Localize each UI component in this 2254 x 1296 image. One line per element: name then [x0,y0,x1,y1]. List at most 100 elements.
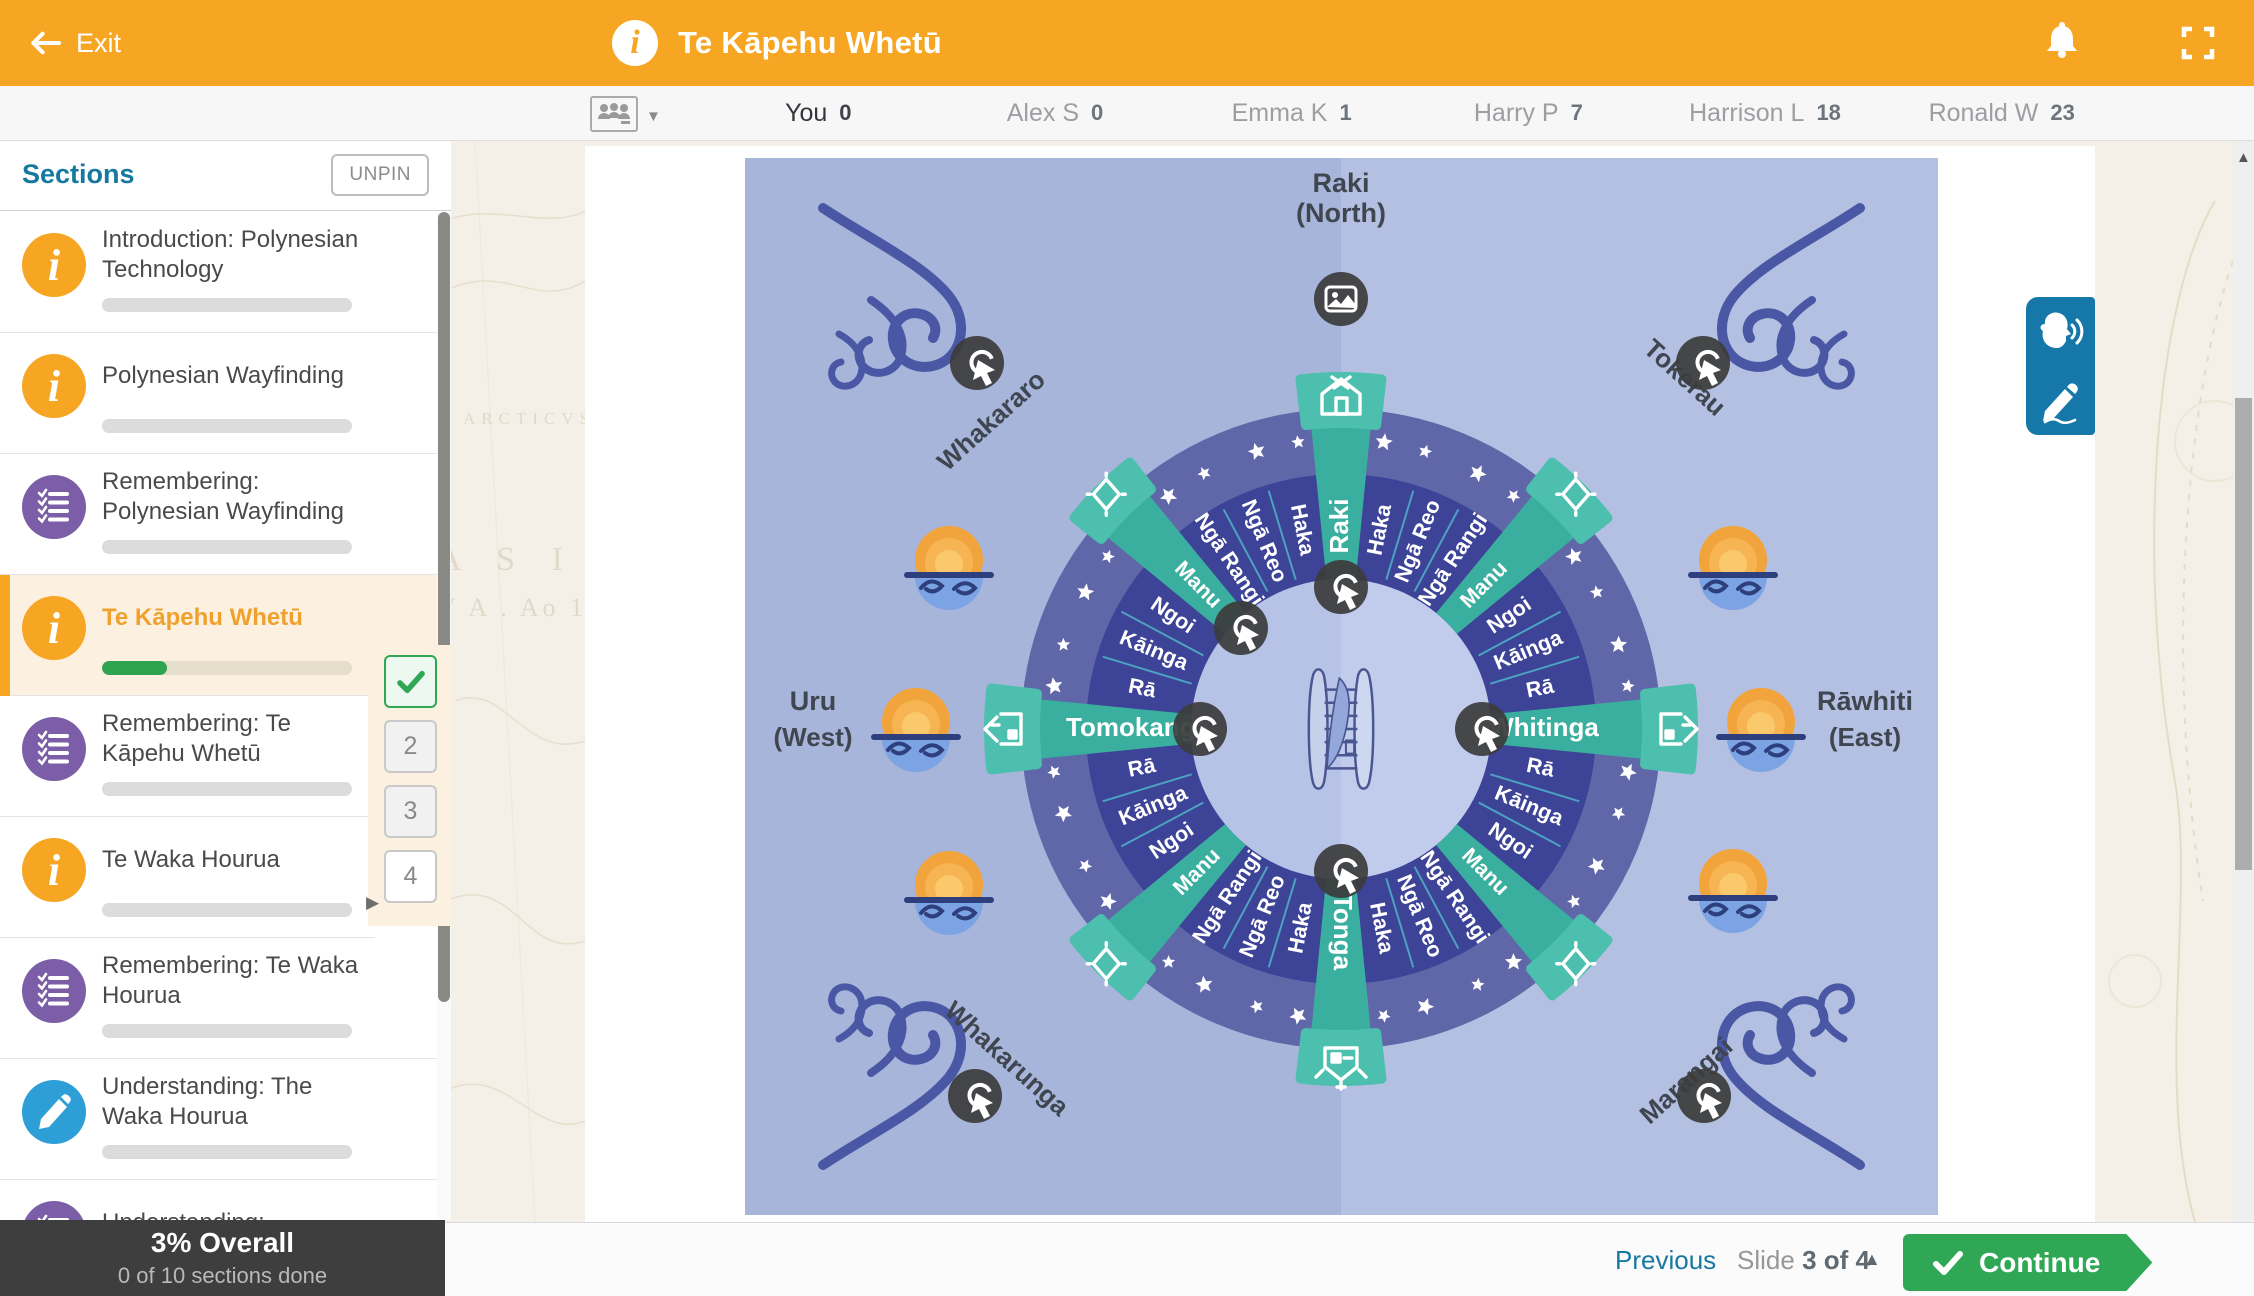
participant-name: You [785,99,827,128]
section-progressbar [102,661,352,675]
click-icon [950,336,1004,390]
bell-icon[interactable] [2042,21,2082,65]
section-progressbar [102,540,352,554]
section-progressbar [102,903,352,917]
page-button-2[interactable]: 2 [384,720,437,773]
slide-toolbar [2026,297,2095,435]
participant-name: Harry P [1474,99,1559,128]
exit-button[interactable]: Exit [28,28,248,59]
page-check-button[interactable] [384,655,437,708]
click-hotspot[interactable] [1214,601,1268,655]
participant-tab-ronald-w[interactable]: Ronald W23 [1883,86,2120,140]
slide-area: ARCTICVS A S I V E V A . Ao 1492 RakiHak… [445,141,2254,1222]
checklist-icon [35,487,73,527]
click-icon [948,1069,1002,1123]
unpin-button[interactable]: UNPIN [331,154,429,196]
section-title: Introduction: Polynesian Technology [102,224,362,286]
click-hotspot[interactable] [1455,702,1509,756]
click-hotspot[interactable] [1314,560,1368,614]
section-title: Understanding: [102,1192,362,1220]
click-icon [1214,601,1268,655]
section-item-1[interactable]: iIntroduction: Polynesian Technology [0,212,451,333]
participant-tab-you[interactable]: You0 [700,86,937,140]
image-icon [1314,272,1368,326]
sections-header: Sections UNPIN [0,141,451,211]
check-icon [397,670,425,694]
click-hotspot[interactable] [950,336,1004,390]
participant-tab-harry-p[interactable]: Harry P 7 [1410,86,1647,140]
scroll-up-icon[interactable]: ▲ [2236,149,2251,166]
click-icon [1173,702,1227,756]
speak-icon [2038,312,2084,352]
overall-detail: 0 of 10 sections done [118,1263,327,1289]
current-page-arrow-icon: ▶ [366,893,379,913]
section-title: Te Waka Hourua [102,829,362,891]
participant-tab-emma-k[interactable]: Emma K 1 [1173,86,1410,140]
checklist-icon [22,475,86,539]
participant-count: 1 [1339,100,1351,126]
direction-label: (East) [1829,722,1901,752]
continue-button[interactable]: Continue [1903,1234,2152,1291]
checklist-icon [35,1213,73,1220]
participant-name: Emma K [1232,99,1328,128]
main-scrollbar-thumb[interactable] [2235,398,2252,870]
slide-counter[interactable]: Slide 3 of 4 [1737,1245,1870,1276]
direction-label: Rāwhiti [1817,686,1913,716]
read-aloud-button[interactable] [2031,302,2091,362]
click-icon [1455,702,1509,756]
fullscreen-icon[interactable] [2178,23,2218,63]
click-icon [1677,1069,1731,1123]
participant-name: Ronald W [1929,99,2039,128]
section-item-5[interactable]: Remembering: Te Kāpehu Whetū [0,696,375,817]
participant-tabs: You0Alex S0Emma K1Harry P7Harrison L18Ro… [700,86,2120,140]
section-item-2[interactable]: iPolynesian Wayfinding [0,333,451,454]
notes-button[interactable] [2031,371,2091,431]
slide-list-caret-icon[interactable]: ▲ [1863,1249,1881,1270]
section-item-7[interactable]: Remembering: Te Waka Hourua [0,938,451,1059]
click-icon [1314,844,1368,898]
page-button-3[interactable]: 3 [384,785,437,838]
house-label-raki: Raki [1324,499,1354,554]
back-arrow-icon [28,29,62,57]
info-icon: i [22,354,86,418]
section-item-6[interactable]: iTe Waka Hourua [0,817,375,938]
page-button-4[interactable]: 4 [384,850,437,903]
direction-label: Uru [790,686,837,716]
section-title: Remembering: Te Kāpehu Whetū [102,708,362,770]
info-icon: i [612,20,658,66]
click-icon [1676,336,1730,390]
click-hotspot[interactable] [948,1069,1002,1123]
click-hotspot[interactable] [1677,1069,1731,1123]
section-title: Remembering: Te Waka Hourua [102,950,362,1012]
slide-nav-bar: Previous Slide 3 of 4 ▲ Continue [445,1222,2254,1296]
click-icon [1314,560,1368,614]
active-strip [0,575,10,696]
participant-count: 7 [1571,100,1583,126]
section-progressbar [102,782,352,796]
click-hotspot[interactable] [1173,702,1227,756]
direction-label: Raki [1312,168,1369,198]
map-texture-right [2095,141,2233,1222]
slide-pages-column: 2 3 4▶ [368,645,451,926]
participant-tab-harrison-l[interactable]: Harrison L18 [1647,86,1884,140]
section-item-9[interactable]: Understanding: [0,1180,451,1220]
header-bar: Exit i Te Kāpehu Whetū [0,0,2254,86]
main-scrollbar[interactable]: ▲ [2233,141,2254,1222]
app-window: Exit i Te Kāpehu Whetū ▼ You0Alex S0Emma… [0,0,2254,1296]
page-title: Te Kāpehu Whetū [678,25,942,61]
checklist-icon [22,717,86,781]
image-hotspot[interactable] [1314,272,1368,326]
section-item-3[interactable]: Remembering: Polynesian Wayfinding [0,454,451,575]
click-hotspot[interactable] [1314,844,1368,898]
section-item-8[interactable]: Understanding: The Waka Hourua [0,1059,451,1180]
section-progressbar [102,298,352,312]
participants-toggle-button[interactable] [590,96,638,132]
caret-down-icon[interactable]: ▼ [646,108,661,125]
previous-button[interactable]: Previous [1615,1245,1716,1276]
checklist-icon [22,959,86,1023]
participant-tab-alex-s[interactable]: Alex S0 [937,86,1174,140]
overall-progress: 3% Overall 0 of 10 sections done [0,1220,445,1296]
pencil-write-icon [2038,378,2084,424]
direction-label: (North) [1296,198,1386,228]
click-hotspot[interactable] [1676,336,1730,390]
